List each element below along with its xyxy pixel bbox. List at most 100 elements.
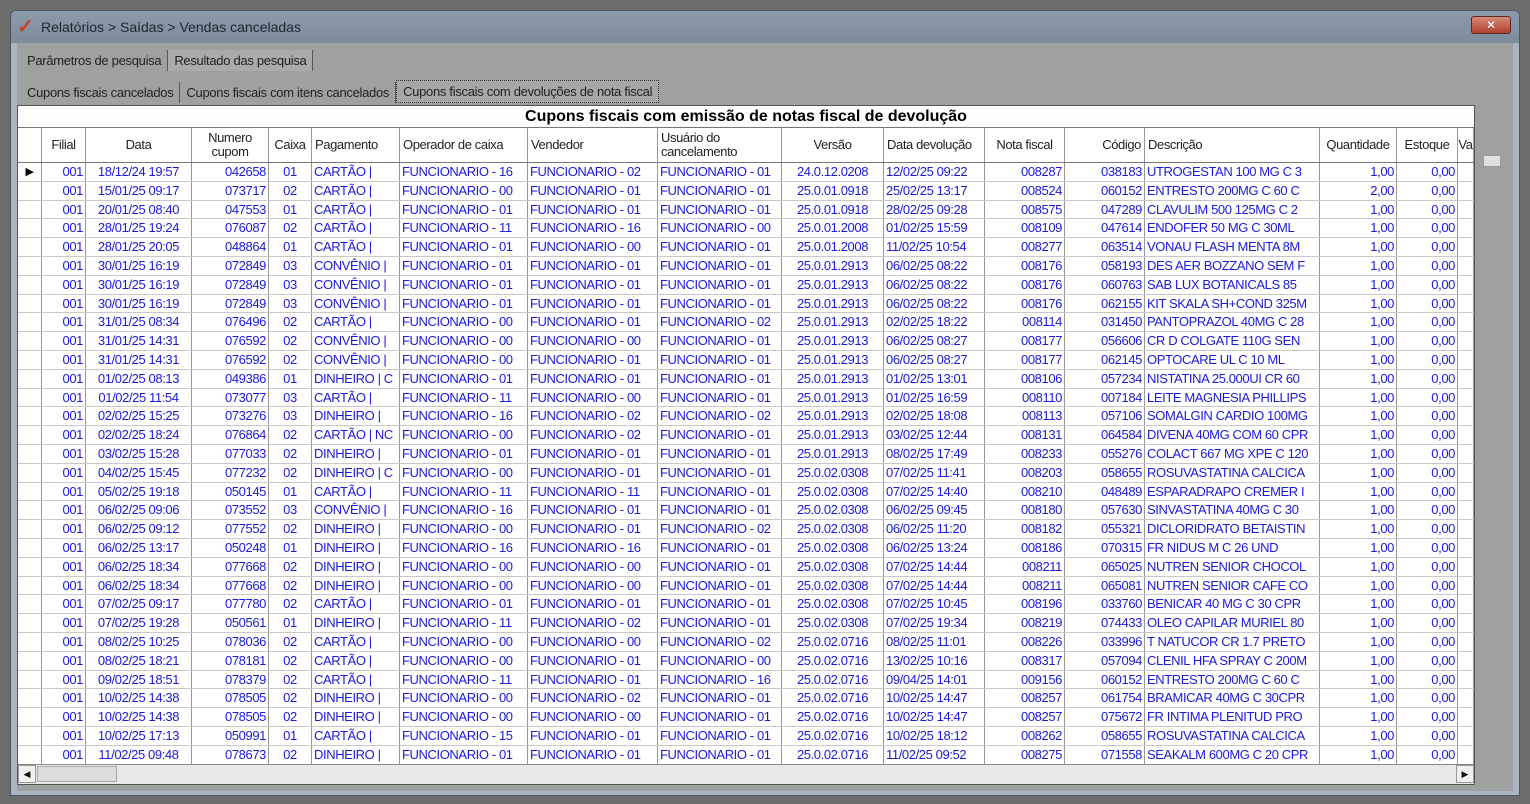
cell-data[interactable]: 31/01/25 08:34 bbox=[86, 313, 192, 332]
cell-numero-cupom[interactable]: 077668 bbox=[192, 557, 269, 576]
cell-operador-de-caixa[interactable]: FUNCIONARIO - 15 bbox=[400, 726, 528, 745]
cell-vers-o[interactable]: 25.0.01.2913 bbox=[782, 444, 884, 463]
cell-numero-cupom[interactable]: 078379 bbox=[192, 670, 269, 689]
cell-estoque[interactable]: 0,00 bbox=[1397, 614, 1458, 632]
cell-caixa[interactable]: 02 bbox=[269, 557, 312, 576]
cell-numero-cupom[interactable]: 047553 bbox=[192, 200, 269, 219]
cell-c-digo[interactable]: 063514 bbox=[1065, 238, 1145, 256]
cell-caixa[interactable]: 02 bbox=[269, 595, 312, 614]
cell-data[interactable]: 08/02/25 18:21 bbox=[86, 651, 192, 670]
cell-operador-de-caixa[interactable]: FUNCIONARIO - 00 bbox=[400, 632, 528, 651]
cell-vers-o[interactable]: 25.0.01.0918 bbox=[782, 181, 884, 200]
cell-operador-de-caixa[interactable]: FUNCIONARIO - 16 bbox=[400, 501, 528, 520]
cell-usu-rio-do-cancelamento[interactable]: FUNCIONARIO - 01 bbox=[658, 689, 782, 708]
cell-data-devolu-o[interactable]: 06/02/25 08:22 bbox=[884, 294, 985, 313]
cell-numero-cupom[interactable]: 049386 bbox=[192, 369, 269, 388]
tab-resultado[interactable]: Resultado das pesquisa bbox=[168, 50, 314, 71]
cell-data-devolu-o[interactable]: 07/02/25 10:45 bbox=[884, 595, 985, 614]
cell-nota-fiscal[interactable]: 008203 bbox=[985, 463, 1065, 482]
cell-pagamento[interactable]: DINHEIRO | C bbox=[312, 369, 400, 388]
cell-usu-rio-do-cancelamento[interactable]: FUNCIONARIO - 16 bbox=[658, 670, 782, 689]
table-row[interactable]: 001 08/02/25 18:21 078181 02 CARTÃO | FUNCION… bbox=[18, 651, 1474, 671]
cell-caixa[interactable]: 01 bbox=[269, 200, 312, 219]
cell-caixa[interactable]: 02 bbox=[269, 181, 312, 200]
cell-estoque[interactable]: 0,00 bbox=[1397, 369, 1458, 388]
cell-operador-de-caixa[interactable]: FUNCIONARIO - 00 bbox=[400, 557, 528, 576]
cell-c-digo[interactable]: 061754 bbox=[1065, 689, 1145, 708]
cell-va[interactable] bbox=[1458, 482, 1474, 501]
cell-data[interactable]: 30/01/25 16:19 bbox=[86, 256, 192, 275]
cell-data[interactable]: 18/12/24 19:57 bbox=[86, 163, 192, 181]
cell-vendedor[interactable]: FUNCIONARIO - 01 bbox=[528, 200, 658, 219]
cell-estoque[interactable]: 0,00 bbox=[1397, 426, 1458, 444]
cell-data[interactable]: 06/02/25 18:34 bbox=[86, 576, 192, 595]
cell-descri-o[interactable]: LEITE MAGNESIA PHILLIPS bbox=[1145, 388, 1320, 407]
cell-descri-o[interactable]: BRAMICAR 40MG C 30CPR bbox=[1145, 689, 1320, 708]
cell-descri-o[interactable]: NUTREN SENIOR CAFE CO bbox=[1145, 576, 1320, 595]
cell-operador-de-caixa[interactable]: FUNCIONARIO - 01 bbox=[400, 200, 528, 219]
cell-operador-de-caixa[interactable]: FUNCIONARIO - 00 bbox=[400, 576, 528, 595]
cell-usu-rio-do-cancelamento[interactable]: FUNCIONARIO - 01 bbox=[658, 557, 782, 576]
cell-vendedor[interactable]: FUNCIONARIO - 00 bbox=[528, 708, 658, 726]
cell-numero-cupom[interactable]: 073077 bbox=[192, 388, 269, 407]
cell-c-digo[interactable]: 062145 bbox=[1065, 350, 1145, 369]
cell-vers-o[interactable]: 25.0.02.0308 bbox=[782, 463, 884, 482]
cell-pagamento[interactable]: DINHEIRO | bbox=[312, 538, 400, 557]
cell-nota-fiscal[interactable]: 008109 bbox=[985, 219, 1065, 238]
table-row[interactable]: 001 10/02/25 14:38 078505 02 DINHEIRO | FUNCI… bbox=[18, 708, 1474, 727]
cell-data-devolu-o[interactable]: 07/02/25 11:41 bbox=[884, 463, 985, 482]
row-indicator[interactable] bbox=[18, 350, 42, 369]
cell-data-devolu-o[interactable]: 07/02/25 14:40 bbox=[884, 482, 985, 501]
cell-va[interactable] bbox=[1458, 407, 1474, 426]
cell-descri-o[interactable]: CLENIL HFA SPRAY C 200M bbox=[1145, 651, 1320, 670]
cell-vers-o[interactable]: 25.0.02.0716 bbox=[782, 689, 884, 708]
cell-vendedor[interactable]: FUNCIONARIO - 00 bbox=[528, 557, 658, 576]
cell-usu-rio-do-cancelamento[interactable]: FUNCIONARIO - 02 bbox=[658, 520, 782, 538]
cell-usu-rio-do-cancelamento[interactable]: FUNCIONARIO - 01 bbox=[658, 745, 782, 764]
cell-filial[interactable]: 001 bbox=[42, 238, 86, 256]
cell-nota-fiscal[interactable]: 008211 bbox=[985, 576, 1065, 595]
row-indicator[interactable] bbox=[18, 332, 42, 350]
cell-operador-de-caixa[interactable]: FUNCIONARIO - 16 bbox=[400, 407, 528, 426]
cell-nota-fiscal[interactable]: 008131 bbox=[985, 426, 1065, 444]
cell-vers-o[interactable]: 25.0.02.0308 bbox=[782, 482, 884, 501]
subtab-2[interactable]: Cupons fiscais com devoluções de nota fi… bbox=[396, 80, 660, 103]
cell-estoque[interactable]: 0,00 bbox=[1397, 181, 1458, 200]
cell-vendedor[interactable]: FUNCIONARIO - 02 bbox=[528, 407, 658, 426]
cell-vendedor[interactable]: FUNCIONARIO - 01 bbox=[528, 313, 658, 332]
cell-data[interactable]: 08/02/25 10:25 bbox=[86, 632, 192, 651]
cell-descri-o[interactable]: ROSUVASTATINA CALCICA bbox=[1145, 726, 1320, 745]
cell-operador-de-caixa[interactable]: FUNCIONARIO - 00 bbox=[400, 332, 528, 350]
cell-pagamento[interactable]: DINHEIRO | bbox=[312, 557, 400, 576]
cell-vers-o[interactable]: 25.0.01.2913 bbox=[782, 256, 884, 275]
cell-numero-cupom[interactable]: 072849 bbox=[192, 256, 269, 275]
cell-data-devolu-o[interactable]: 13/02/25 10:16 bbox=[884, 651, 985, 670]
cell-descri-o[interactable]: UTROGESTAN 100 MG C 3 bbox=[1145, 163, 1320, 181]
cell-nota-fiscal[interactable]: 009156 bbox=[985, 670, 1065, 689]
cell-data[interactable]: 31/01/25 14:31 bbox=[86, 332, 192, 350]
cell-usu-rio-do-cancelamento[interactable]: FUNCIONARIO - 01 bbox=[658, 444, 782, 463]
cell-operador-de-caixa[interactable]: FUNCIONARIO - 16 bbox=[400, 163, 528, 181]
cell-c-digo[interactable]: 055276 bbox=[1065, 444, 1145, 463]
cell-nota-fiscal[interactable]: 008257 bbox=[985, 708, 1065, 726]
cell-operador-de-caixa[interactable]: FUNCIONARIO - 00 bbox=[400, 426, 528, 444]
cell-quantidade[interactable]: 1,00 bbox=[1320, 463, 1397, 482]
cell-va[interactable] bbox=[1458, 501, 1474, 520]
cell-pagamento[interactable]: DINHEIRO | bbox=[312, 689, 400, 708]
cell-nota-fiscal[interactable]: 008275 bbox=[985, 745, 1065, 764]
cell-va[interactable] bbox=[1458, 745, 1474, 764]
cell-quantidade[interactable]: 1,00 bbox=[1320, 444, 1397, 463]
cell-descri-o[interactable]: CR D COLGATE 110G SEN bbox=[1145, 332, 1320, 350]
cell-estoque[interactable]: 0,00 bbox=[1397, 238, 1458, 256]
cell-operador-de-caixa[interactable]: FUNCIONARIO - 00 bbox=[400, 350, 528, 369]
cell-estoque[interactable]: 0,00 bbox=[1397, 444, 1458, 463]
cell-numero-cupom[interactable]: 078673 bbox=[192, 745, 269, 764]
table-row[interactable]: 001 06/02/25 13:17 050248 01 DINHEIRO | FUNCI… bbox=[18, 538, 1474, 558]
cell-data-devolu-o[interactable]: 06/02/25 08:22 bbox=[884, 275, 985, 294]
cell-data-devolu-o[interactable]: 01/02/25 15:59 bbox=[884, 219, 985, 238]
cell-numero-cupom[interactable]: 076087 bbox=[192, 219, 269, 238]
cell-caixa[interactable]: 02 bbox=[269, 708, 312, 726]
cell-usu-rio-do-cancelamento[interactable]: FUNCIONARIO - 01 bbox=[658, 614, 782, 632]
scroll-thumb[interactable] bbox=[37, 766, 117, 782]
cell-vendedor[interactable]: FUNCIONARIO - 02 bbox=[528, 163, 658, 181]
